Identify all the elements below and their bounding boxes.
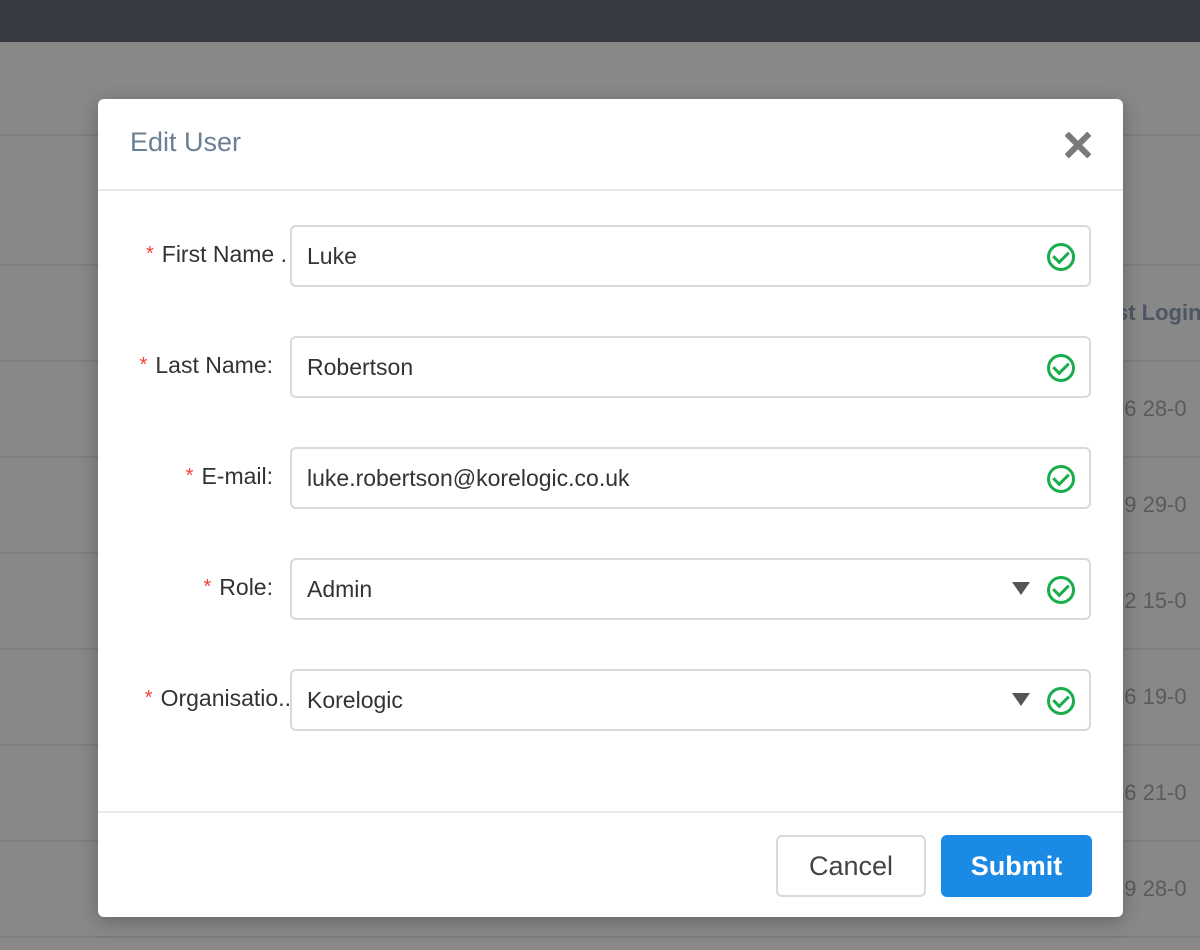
check-circle-icon [1047, 243, 1075, 271]
form-row-first-name: * First Name . Luke [98, 225, 1123, 287]
organisation-label: * Organisatio.. [144, 685, 291, 711]
background-divider [0, 936, 1200, 938]
email-label: * E-mail: [185, 463, 273, 489]
caret-down-icon[interactable] [1012, 582, 1030, 595]
background-cell: 56 21-0 [1112, 780, 1187, 805]
last-name-value: Robertson [307, 354, 414, 380]
required-marker: * [139, 354, 148, 376]
top-nav-bar [0, 0, 1200, 42]
last-name-field[interactable]: Robertson [290, 336, 1091, 398]
check-circle-icon [1047, 576, 1075, 604]
form-row-organisation: * Organisatio.. Korelogic [98, 669, 1123, 731]
email-field[interactable]: luke.robertson@korelogic.co.uk [290, 447, 1091, 509]
background-cell: 06 19-0 [1112, 684, 1187, 709]
organisation-value: Korelogic [307, 687, 403, 713]
cancel-button[interactable]: Cancel [776, 835, 926, 897]
form-row-last-name: * Last Name: Robertson [98, 336, 1123, 398]
required-marker: * [185, 465, 194, 487]
form-row-role: * Role: Admin [98, 558, 1123, 620]
background-column-header: st Login [1116, 300, 1200, 325]
required-marker: * [145, 243, 154, 265]
first-name-value: Luke [307, 243, 357, 269]
background-cell: 29 29-0 [1112, 492, 1187, 517]
first-name-label: * First Name . [145, 241, 287, 267]
form-row-email: * E-mail: luke.robertson@korelogic.co.uk [98, 447, 1123, 509]
caret-down-icon[interactable] [1012, 693, 1030, 706]
role-value: Admin [307, 576, 373, 602]
organisation-select[interactable]: Korelogic [290, 669, 1091, 731]
modal-footer: Cancel Submit [98, 811, 1123, 917]
required-marker: * [203, 576, 212, 598]
background-cell: 06 28-0 [1112, 396, 1187, 421]
last-name-label: * Last Name: [139, 352, 273, 378]
edit-user-modal: Edit User * First Name . Luke * Last Name:… [98, 99, 1123, 917]
role-label: * Role: [203, 574, 274, 600]
check-circle-icon [1047, 465, 1075, 493]
check-circle-icon [1047, 687, 1075, 715]
first-name-field[interactable]: Luke [290, 225, 1091, 287]
submit-button[interactable]: Submit [941, 835, 1092, 897]
role-select[interactable]: Admin [290, 558, 1091, 620]
check-circle-icon [1047, 354, 1075, 382]
email-value: luke.robertson@korelogic.co.uk [307, 465, 630, 491]
background-cell: 49 28-0 [1112, 876, 1187, 901]
close-icon[interactable] [1058, 125, 1098, 165]
required-marker: * [144, 687, 153, 709]
modal-header: Edit User [98, 99, 1123, 191]
background-cell: 32 15-0 [1112, 588, 1187, 613]
modal-title: Edit User [130, 127, 242, 157]
